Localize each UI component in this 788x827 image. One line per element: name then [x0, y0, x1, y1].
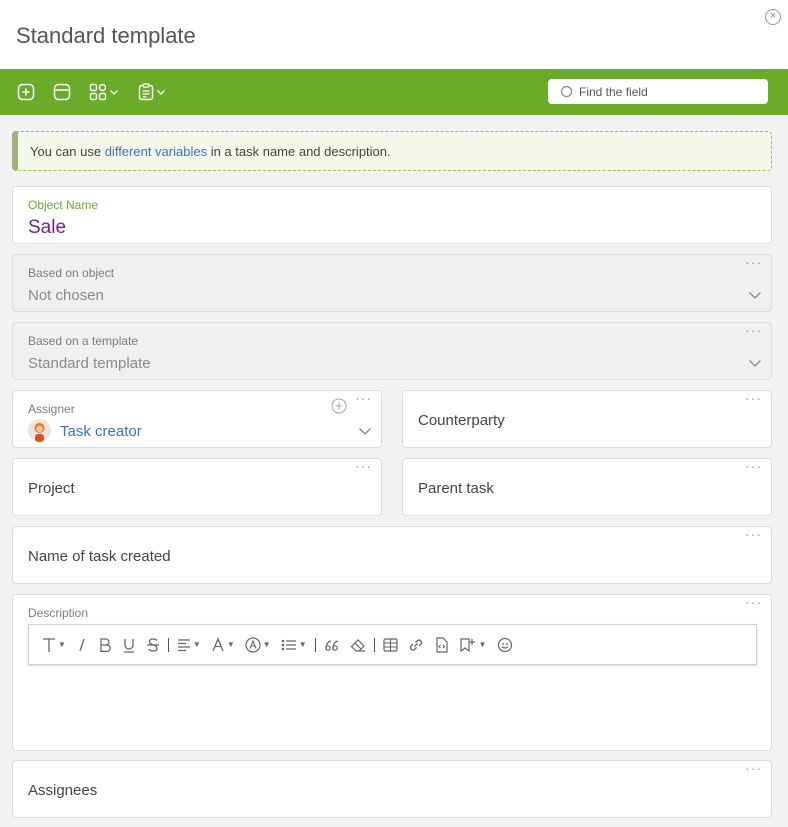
quote-button[interactable]	[324, 635, 340, 655]
parent-task-field[interactable]: ··· Parent task	[402, 458, 772, 516]
based-on-object-value: Not chosen	[28, 287, 104, 304]
italic-button[interactable]	[76, 635, 88, 655]
more-dots-icon[interactable]: ···	[745, 761, 762, 775]
form-icon	[138, 83, 154, 101]
highlight-button[interactable]: ▼	[245, 635, 271, 655]
search-input[interactable]	[579, 84, 749, 99]
add-field-button[interactable]	[17, 81, 35, 103]
assigner-field[interactable]: ··· Assigner Task creator	[12, 390, 382, 448]
chevron-down-icon[interactable]	[358, 427, 372, 436]
rich-text-toolbar: ▼ ▼ ▼ ▼ ▼ ▼	[28, 624, 757, 665]
list-icon	[281, 639, 296, 650]
form-toolbar	[0, 69, 788, 115]
strikethrough-button[interactable]	[146, 635, 160, 655]
eraser-icon	[350, 638, 365, 652]
description-label: Description	[28, 606, 89, 620]
avatar	[28, 419, 51, 442]
description-field[interactable]: ··· Description ▼ ▼ ▼ ▼ ▼ ▼	[12, 594, 772, 751]
italic-icon	[79, 638, 85, 651]
assignees-label: Assignees	[28, 782, 98, 799]
assigner-label: Assigner	[28, 402, 75, 416]
based-on-template-value: Standard template	[28, 355, 151, 372]
link-icon	[409, 638, 422, 651]
text-style-icon	[43, 637, 55, 652]
code-icon	[436, 636, 448, 653]
more-dots-icon[interactable]: ···	[745, 323, 762, 337]
font-color-button[interactable]: ▼	[211, 635, 235, 655]
text-style-button[interactable]: ▼	[42, 635, 66, 655]
emoji-icon	[497, 637, 512, 652]
add-section-button[interactable]	[53, 81, 71, 103]
plus-circle-icon[interactable]	[331, 398, 347, 414]
table-icon	[383, 637, 398, 652]
chevron-down-icon[interactable]	[748, 291, 762, 300]
align-left-icon	[177, 638, 190, 651]
more-dots-icon[interactable]: ···	[355, 391, 372, 405]
bold-icon	[100, 637, 111, 652]
table-button[interactable]	[383, 635, 398, 655]
dialog-header: Standard template ×	[0, 0, 788, 69]
plus-in-square-icon	[17, 83, 35, 101]
assignees-field[interactable]: ··· Assignees	[12, 760, 772, 818]
separator	[167, 637, 169, 652]
list-button[interactable]: ▼	[281, 635, 307, 655]
font-color-icon	[212, 636, 224, 651]
code-button[interactable]	[434, 635, 449, 655]
assigner-value[interactable]: Task creator	[60, 423, 142, 440]
based-on-object-label: Based on object	[28, 266, 115, 280]
separator	[314, 637, 316, 652]
object-name-label: Object Name	[28, 198, 99, 212]
align-button[interactable]: ▼	[177, 635, 201, 655]
variables-link[interactable]: different variables	[105, 144, 207, 159]
bold-button[interactable]	[98, 635, 112, 655]
task-name-label: Name of task created	[28, 548, 171, 565]
more-dots-icon[interactable]: ···	[745, 255, 762, 269]
based-on-object-field[interactable]: ··· Based on object Not chosen	[12, 254, 772, 312]
parent-task-label: Parent task	[418, 480, 494, 497]
more-dots-icon[interactable]: ···	[355, 459, 372, 473]
more-dots-icon[interactable]: ···	[745, 595, 762, 609]
based-on-template-field[interactable]: ··· Based on a template Standard templat…	[12, 322, 772, 380]
widgets-dropdown[interactable]	[89, 81, 119, 103]
chevron-down-icon[interactable]	[748, 359, 762, 368]
quote-icon	[324, 639, 338, 651]
object-name-value: Sale	[28, 217, 67, 238]
counterparty-label: Counterparty	[418, 412, 505, 429]
section-icon	[53, 83, 71, 101]
notice-suffix: in a task name and description.	[207, 144, 391, 159]
underline-icon	[123, 638, 134, 653]
object-name-field[interactable]: Object Name Sale	[12, 186, 772, 244]
emoji-button[interactable]	[497, 635, 513, 655]
project-label: Project	[28, 480, 75, 497]
underline-button[interactable]	[122, 635, 136, 655]
clear-format-button[interactable]	[350, 635, 366, 655]
close-icon[interactable]: ×	[765, 9, 781, 25]
based-on-template-label: Based on a template	[28, 334, 139, 348]
page-title: Standard template	[16, 23, 196, 48]
chevron-down-icon	[110, 90, 118, 95]
more-dots-icon[interactable]: ···	[745, 527, 762, 541]
link-button[interactable]	[408, 635, 424, 655]
variables-notice: You can use different variables in a tas…	[12, 131, 772, 171]
widgets-icon	[89, 83, 107, 101]
chevron-down-icon	[157, 90, 165, 95]
bookmark-add-icon	[460, 637, 475, 652]
notice-prefix: You can use	[30, 144, 105, 159]
search-icon	[560, 85, 573, 98]
more-dots-icon[interactable]: ···	[745, 391, 762, 405]
separator	[373, 637, 375, 652]
project-field[interactable]: ··· Project	[12, 458, 382, 516]
bookmark-button[interactable]: ▼	[459, 635, 487, 655]
highlight-icon	[245, 636, 261, 653]
counterparty-field[interactable]: ··· Counterparty	[402, 390, 772, 448]
strikethrough-icon	[146, 637, 159, 652]
field-search[interactable]	[548, 79, 768, 104]
form-dropdown[interactable]	[138, 81, 166, 103]
more-dots-icon[interactable]: ···	[745, 459, 762, 473]
task-name-field[interactable]: ··· Name of task created	[12, 526, 772, 584]
